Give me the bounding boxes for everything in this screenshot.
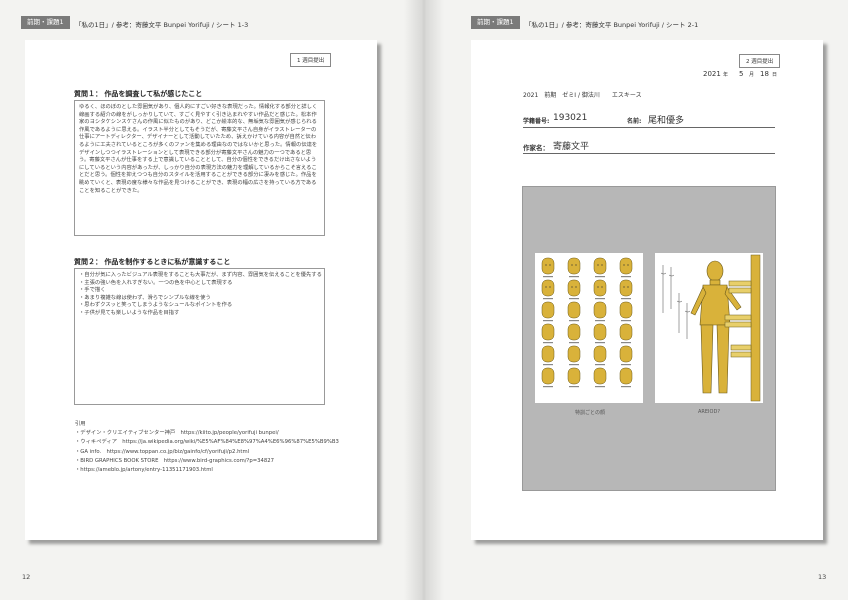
q2-item-2: ・主張の強い色を入れすぎない。一つの色を中心として表現する: [79, 279, 233, 286]
course-line: 2021 前期 ゼミI / 御法川 エスキース: [523, 92, 642, 99]
left-page-number: 12: [22, 573, 31, 581]
date-month-unit: 月: [749, 72, 755, 78]
question-1-answer: ゆるく、ほのぼのとした雰囲気があり、個人的にすごい好きな表現だった。情報化する部…: [79, 104, 318, 194]
left-week-badge: 1 週目提出: [290, 53, 332, 67]
student-id-label: 学籍番号:: [523, 118, 550, 125]
figure-caption: AREIOD?: [698, 409, 720, 415]
name-label: 名前:: [627, 118, 642, 125]
date-month: 5: [739, 70, 744, 78]
author-label: 作家名：: [523, 144, 549, 152]
left-header-title: 「私の1日」/ 参考：寄藤文平 Bunpei Yorifuji / シート 1-…: [75, 21, 249, 29]
author-underline: [523, 153, 775, 154]
reference-item: ・デザイン・クリエイティブセンター神戸 https://kiito.jp/peo…: [75, 430, 279, 437]
reference-item: ・ウィキペディア https://ja.wikipedia.org/wiki/%…: [75, 439, 339, 446]
figure-sketch-image: [660, 254, 761, 402]
q2-item-6: ・子供が見ても楽しいような作品を目指す: [79, 309, 180, 316]
q2-item-3: ・手で描く: [79, 287, 106, 294]
question-1-answer-box: ゆるく、ほのぼのとした雰囲気があり、個人的にすごい好きな表現だった。情報化する部…: [74, 100, 325, 236]
student-id: 193021: [553, 113, 588, 123]
q2-item-1: ・自分が気に入ったビジュアル表現をすることも大事だが、まず内容、雰囲気を伝えるこ…: [79, 272, 322, 278]
faces-sketch-card: [535, 253, 643, 403]
left-section-tag: 前期・課題1: [21, 16, 70, 29]
references: 引用 ・デザイン・クリエイティブセンター神戸 https://kiito.jp/…: [75, 420, 339, 475]
references-title: 引用: [75, 421, 86, 427]
date-year: 2021: [703, 70, 721, 78]
right-week-badge: 2 週目提出: [739, 54, 781, 68]
question-1-title: 質問１： 作品を調査して私が感じたこと: [74, 90, 203, 98]
reference-item: ・GA info. https://www.toppan.co.jp/biz/g…: [75, 448, 250, 455]
figure-sketch-card: [655, 253, 763, 403]
question-2-title: 質問２： 作品を制作するときに私が意識すること: [74, 258, 231, 266]
sketch-panel: 特訓ごとの顔 AREIOD?: [522, 186, 776, 491]
student-name: 尾和優多: [648, 116, 685, 126]
right-header-title: 「私の1日」/ 参考：寄藤文平 Bunpei Yorifuji / シート 2-…: [525, 21, 699, 29]
faces-caption: 特訓ごとの顔: [575, 410, 605, 416]
date-year-unit: 年: [723, 72, 729, 78]
book-gutter: [404, 0, 444, 600]
date-day: 18: [760, 70, 769, 78]
reference-item: ・BIRD GRAPHICS BOOK STORE https://www.bi…: [75, 457, 275, 464]
right-sheet: 2 週目提出 2021 年 5 月 18 日 2021 前期 ゼミI / 御法川…: [471, 40, 823, 540]
author-name: 寄藤文平: [553, 142, 590, 152]
faces-sketch-image: [541, 257, 633, 388]
question-2-answer-box: ・自分が気に入ったビジュアル表現をすることも大事だが、まず内容、雰囲気を伝えるこ…: [74, 268, 325, 405]
reference-item: ・https://ameblo.jp/artony/entry-11351171…: [75, 467, 213, 474]
right-section-tag: 前期・課題1: [471, 16, 520, 29]
q2-item-5: ・思わずクスッと笑ってしまうようなシュールなポイントを作る: [79, 302, 233, 309]
book-spread: 前期・課題1 「私の1日」/ 参考：寄藤文平 Bunpei Yorifuji /…: [0, 0, 848, 600]
name-underline: [627, 127, 775, 128]
date-day-unit: 日: [772, 72, 778, 78]
right-page-number: 13: [818, 573, 827, 581]
